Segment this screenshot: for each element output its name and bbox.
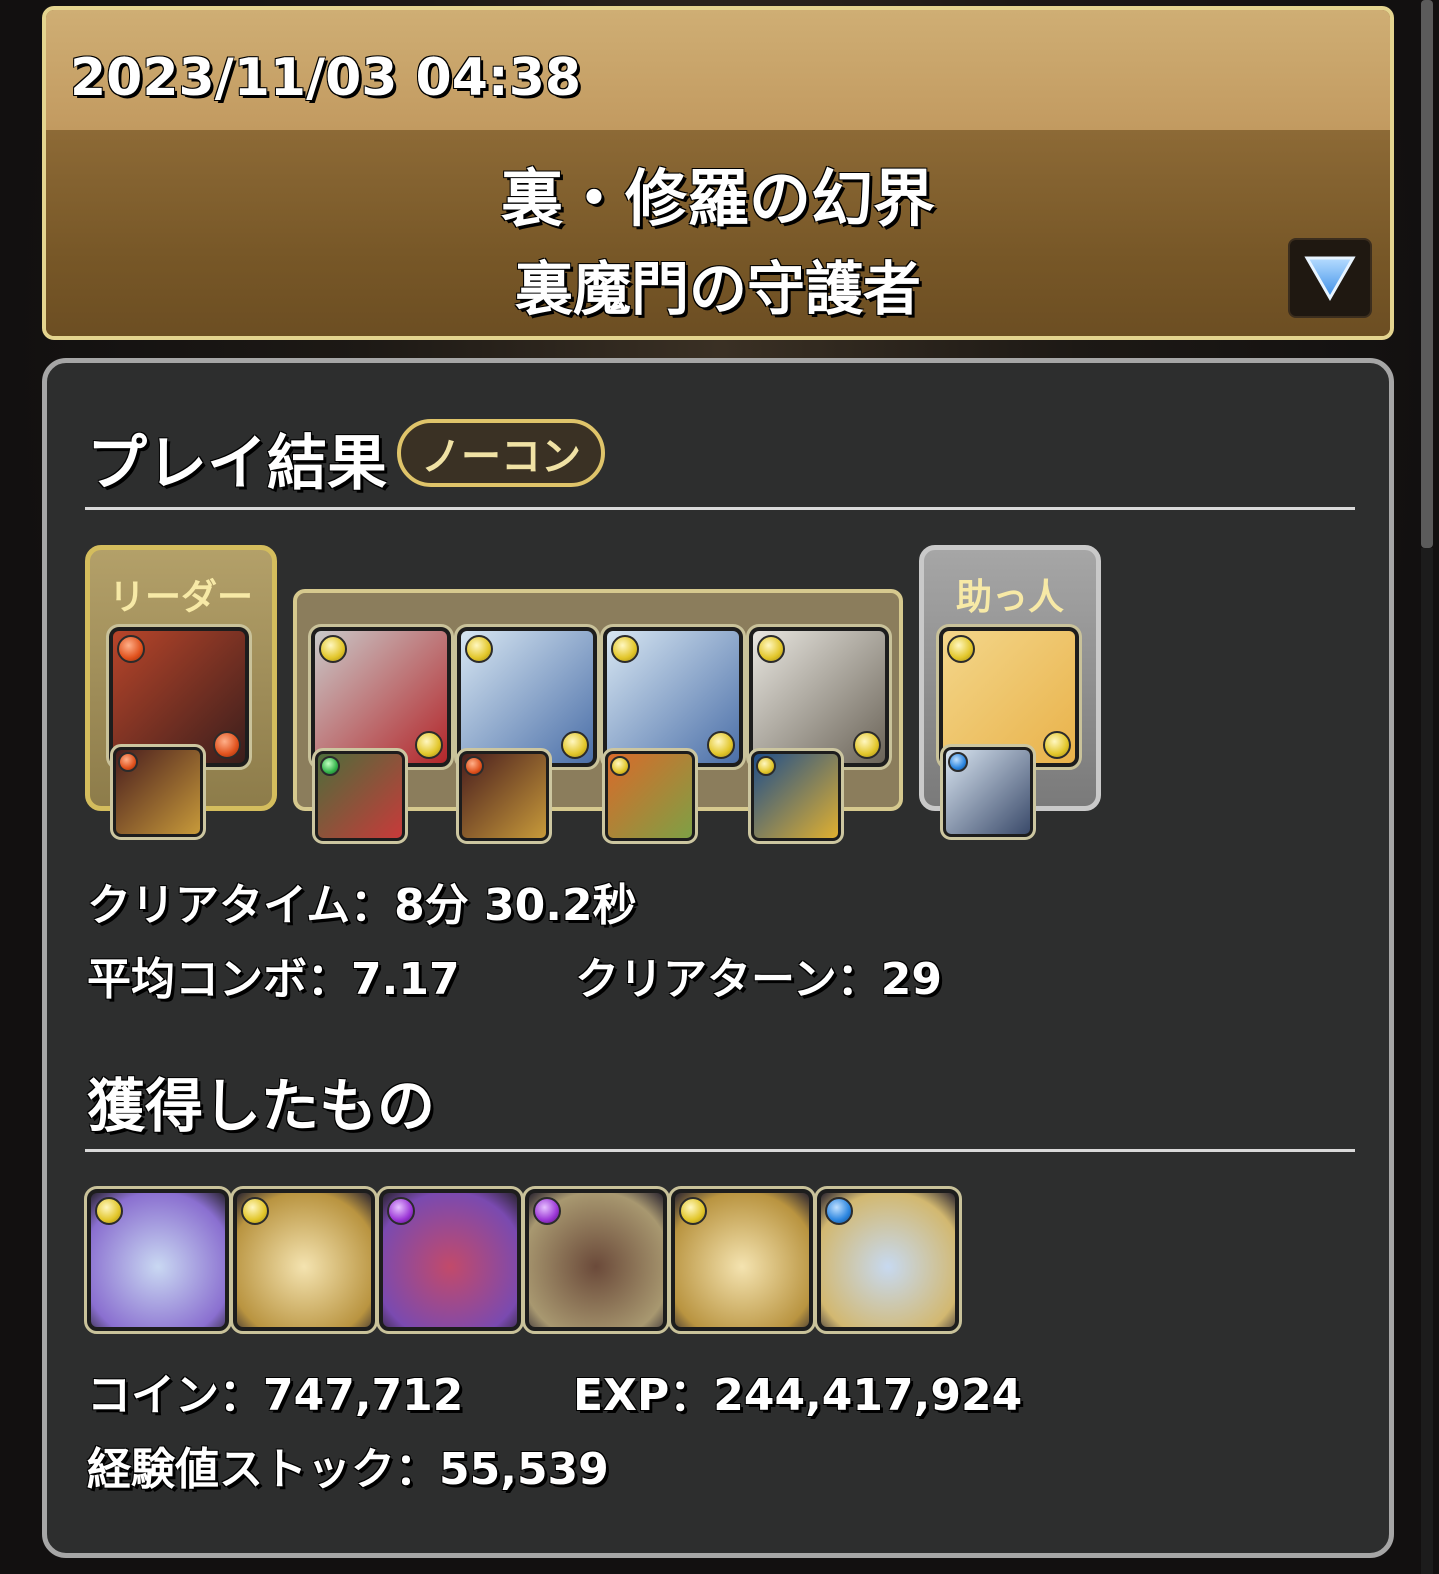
drop-monster-card[interactable] — [814, 1186, 962, 1334]
fire-attribute-icon — [118, 752, 138, 772]
clear-time: クリアタイム：8分 30.2秒 — [87, 880, 637, 931]
assist-equip-card[interactable] — [312, 748, 408, 844]
dungeon-name: 裏・修羅の幻界 — [500, 162, 935, 235]
average-combo: 平均コンボ：7.17 — [87, 954, 460, 1005]
sub-monster-card[interactable] — [308, 624, 454, 770]
result-panel: プレイ結果 ノーコン リーダー 助っ人 クリアタイム：8分 30.2秒 平均コン… — [42, 358, 1394, 1558]
light-subattribute-icon — [707, 731, 735, 759]
exp-reward: EXP：244,417,924 — [573, 1370, 1023, 1421]
leader-label: リーダー — [108, 577, 253, 618]
fire-attribute-icon — [464, 756, 484, 776]
light-attribute-icon — [611, 635, 639, 663]
expand-button[interactable] — [1288, 238, 1372, 318]
sub-monster-card[interactable] — [746, 624, 892, 770]
light-attribute-icon — [465, 635, 493, 663]
rewards-title: 獲得したもの — [87, 1072, 436, 1140]
light-attribute-icon — [757, 635, 785, 663]
water-attribute-icon — [948, 752, 968, 772]
light-attribute-icon — [319, 635, 347, 663]
sub-monster-card[interactable] — [454, 624, 600, 770]
divider — [85, 1149, 1355, 1152]
play-datetime: 2023/11/03 04:38 — [70, 48, 582, 108]
light-subattribute-icon — [415, 731, 443, 759]
clear-turns: クリアターン：29 — [575, 954, 943, 1005]
drop-monster-card[interactable] — [668, 1186, 816, 1334]
water-attribute-icon — [825, 1197, 853, 1225]
assist-equip-card[interactable] — [602, 748, 698, 844]
light-subattribute-icon — [853, 731, 881, 759]
assist-equip-card[interactable] — [110, 744, 206, 840]
dark-attribute-icon — [387, 1197, 415, 1225]
play-result-title: プレイ結果 — [87, 429, 387, 499]
no-continue-badge: ノーコン — [397, 419, 605, 487]
light-attribute-icon — [241, 1197, 269, 1225]
floor-name: 裏魔門の守護者 — [514, 255, 921, 323]
assist-equip-card[interactable] — [456, 748, 552, 844]
light-subattribute-icon — [1043, 731, 1071, 759]
dark-attribute-icon — [533, 1197, 561, 1225]
light-subattribute-icon — [561, 731, 589, 759]
dungeon-header: 2023/11/03 04:38 裏・修羅の幻界 裏魔門の守護者 — [42, 6, 1394, 340]
drop-monster-card[interactable] — [230, 1186, 378, 1334]
divider — [85, 507, 1355, 510]
light-attribute-icon — [947, 635, 975, 663]
wood-attribute-icon — [320, 756, 340, 776]
exp-stock: 経験値ストック：55,539 — [87, 1444, 609, 1495]
leader-monster-card[interactable] — [106, 624, 252, 770]
helper-label: 助っ人 — [955, 577, 1064, 618]
assist-equip-card[interactable] — [940, 744, 1036, 840]
scrollbar-thumb[interactable] — [1421, 0, 1433, 548]
sub-monster-card[interactable] — [600, 624, 746, 770]
scrollbar-track[interactable] — [1421, 548, 1433, 1574]
drop-monster-card[interactable] — [376, 1186, 524, 1334]
drop-monster-card[interactable] — [84, 1186, 232, 1334]
light-attribute-icon — [610, 756, 630, 776]
fire-attribute-icon — [117, 635, 145, 663]
light-attribute-icon — [756, 756, 776, 776]
fire-subattribute-icon — [213, 731, 241, 759]
helper-monster-card[interactable] — [936, 624, 1082, 770]
coin-reward: コイン：747,712 — [87, 1370, 464, 1421]
light-attribute-icon — [679, 1197, 707, 1225]
drop-monster-card[interactable] — [522, 1186, 670, 1334]
assist-equip-card[interactable] — [748, 748, 844, 844]
light-attribute-icon — [95, 1197, 123, 1225]
triangle-down-icon — [1304, 256, 1356, 301]
